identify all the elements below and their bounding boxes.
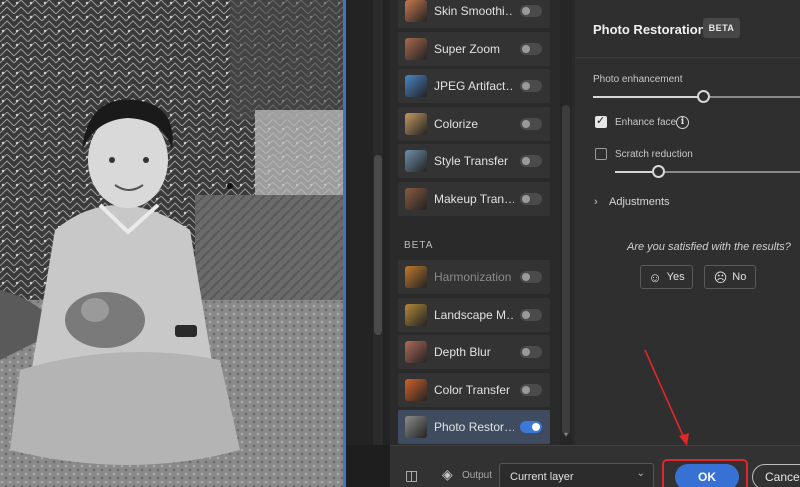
filter-item-depth-blur[interactable]: Depth Blur bbox=[398, 335, 550, 369]
feedback-question: Are you satisfied with the results? bbox=[627, 241, 791, 253]
scratch-reduction-label: Scratch reduction bbox=[615, 149, 693, 160]
filter-item-label: Skin Smoothi… bbox=[434, 4, 514, 18]
yes-label: Yes bbox=[666, 271, 685, 283]
filter-item-style-transfer[interactable]: Style Transfer bbox=[398, 144, 550, 178]
filter-toggle[interactable] bbox=[520, 383, 542, 396]
filter-item-label: Super Zoom bbox=[434, 41, 501, 56]
filter-toggle[interactable] bbox=[520, 192, 542, 205]
filter-toggle[interactable] bbox=[520, 155, 542, 167]
panel-header: Photo Restoration BETA bbox=[575, 0, 800, 58]
beta-section-label: BETA bbox=[404, 240, 434, 251]
filter-toggle[interactable] bbox=[520, 117, 542, 130]
harmonization-icon bbox=[405, 266, 427, 288]
filter-item-label: Photo Restor… bbox=[434, 420, 514, 434]
skin-smoothing-icon bbox=[405, 0, 427, 22]
super-zoom-icon bbox=[405, 37, 427, 60]
filter-toggle[interactable] bbox=[520, 80, 542, 92]
beta-badge: BETA bbox=[703, 18, 740, 38]
filter-item-jpeg-artifacts[interactable]: JPEG Artifact… bbox=[398, 69, 550, 103]
filter-toggle[interactable] bbox=[520, 5, 542, 17]
filter-item-harmonization[interactable]: Harmonization bbox=[398, 260, 550, 294]
panel-title: Photo Restoration bbox=[593, 22, 706, 37]
filter-item-makeup-transfer[interactable]: Makeup Tran… bbox=[398, 181, 550, 216]
filter-item-landscape-mixer[interactable]: Landscape M… bbox=[398, 297, 550, 332]
output-label: Output bbox=[462, 470, 493, 481]
filter-item-skin-smoothing[interactable]: Skin Smoothi… bbox=[398, 0, 550, 28]
filter-item-label: Style Transfer bbox=[434, 154, 509, 168]
frown-face-icon: ☹ bbox=[713, 269, 728, 285]
settings-panel bbox=[575, 0, 800, 445]
output-select-value: Current layer bbox=[510, 471, 574, 483]
scratch-reduction-checkbox[interactable] bbox=[595, 148, 607, 160]
enhance-face-label: Enhance face bbox=[615, 117, 677, 128]
info-icon[interactable]: i bbox=[676, 116, 689, 129]
chevron-down-icon: ⌄ bbox=[636, 468, 645, 479]
depth-blur-icon bbox=[405, 341, 427, 363]
filter-toggle[interactable] bbox=[520, 421, 542, 433]
filter-toggle[interactable] bbox=[520, 308, 542, 321]
landscape-mixer-icon bbox=[405, 303, 427, 326]
cancel-button[interactable]: Cancel bbox=[752, 464, 800, 487]
no-label: No bbox=[732, 271, 747, 283]
compare-view-icon[interactable]: ◫ bbox=[405, 467, 418, 484]
filter-item-colorize[interactable]: Colorize bbox=[398, 106, 550, 141]
filter-item-label: JPEG Artifact… bbox=[434, 79, 514, 93]
layers-icon: ◈ bbox=[442, 466, 453, 482]
yes-button[interactable]: ☺ Yes bbox=[640, 265, 693, 289]
chevron-right-icon[interactable]: › bbox=[594, 196, 598, 208]
filter-item-color-transfer[interactable]: Color Transfer bbox=[398, 372, 550, 407]
ok-highlight-annotation bbox=[662, 459, 748, 487]
filter-toggle[interactable] bbox=[520, 271, 542, 283]
scroll-down-arrow-icon[interactable]: ▾ bbox=[562, 430, 570, 440]
filter-item-photo-restoration[interactable]: Photo Restor… bbox=[398, 410, 550, 444]
filter-item-label: Depth Blur bbox=[434, 345, 491, 359]
colorize-icon bbox=[405, 112, 427, 135]
restored-photo bbox=[0, 0, 345, 487]
makeup-transfer-icon bbox=[405, 187, 427, 210]
filter-toggle[interactable] bbox=[520, 42, 542, 55]
color-transfer-icon bbox=[405, 378, 427, 401]
scratch-reduction-slider-knob[interactable] bbox=[652, 165, 665, 178]
canvas-scrollbar-thumb[interactable] bbox=[374, 155, 382, 335]
filter-item-label: Color Transfer bbox=[434, 382, 511, 397]
filter-toggle[interactable] bbox=[520, 346, 542, 358]
filter-item-label: Harmonization bbox=[434, 270, 512, 284]
filter-item-super-zoom[interactable]: Super Zoom bbox=[398, 31, 550, 66]
photo-enhancement-slider-fill bbox=[593, 96, 703, 98]
photo-enhancement-label: Photo enhancement bbox=[593, 74, 683, 85]
no-button[interactable]: ☹ No bbox=[704, 265, 756, 289]
photo-enhancement-slider-knob[interactable] bbox=[697, 90, 710, 103]
filter-item-label: Colorize bbox=[434, 116, 479, 131]
enhance-face-checkbox[interactable] bbox=[595, 114, 607, 128]
filter-item-label: Makeup Tran… bbox=[434, 191, 514, 206]
canvas-gutter bbox=[346, 0, 390, 445]
filter-list-scrollbar-thumb[interactable] bbox=[562, 105, 570, 435]
style-transfer-icon bbox=[405, 150, 427, 172]
filter-item-label: Landscape M… bbox=[434, 307, 514, 322]
photo-restoration-icon bbox=[405, 416, 427, 438]
photo-canvas[interactable] bbox=[0, 0, 345, 487]
jpeg-artifacts-icon bbox=[405, 75, 427, 97]
smile-face-icon: ☺ bbox=[648, 269, 662, 285]
adjustments-label[interactable]: Adjustments bbox=[609, 196, 670, 208]
neural-filters-list: Skin Smoothi… Super Zoom JPEG Artifact… Col… bbox=[390, 0, 575, 445]
output-select[interactable]: Current layer ⌄ bbox=[499, 463, 654, 487]
